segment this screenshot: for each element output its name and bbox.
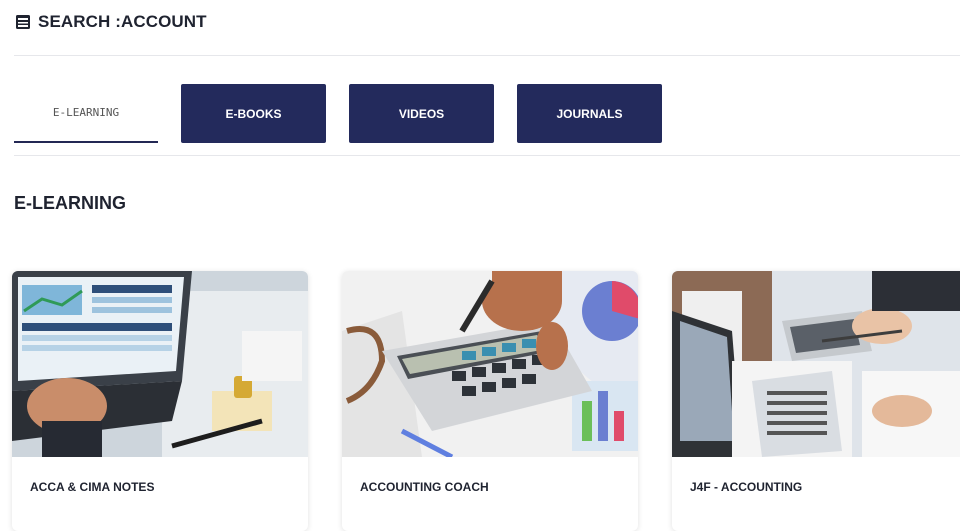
card-title: J4F - ACCOUNTING — [690, 480, 803, 494]
book-icon — [16, 15, 30, 29]
course-card[interactable]: J4F - ACCOUNTING — [672, 271, 960, 531]
header-divider — [14, 55, 960, 56]
tabs-divider — [14, 155, 960, 156]
tab-e-books[interactable]: E-BOOKS — [181, 84, 326, 143]
page-header: SEARCH :ACCOUNT — [14, 12, 207, 32]
card-title: ACCOUNTING COACH — [360, 480, 489, 494]
tab-journals[interactable]: JOURNALS — [517, 84, 662, 143]
section-title: E-LEARNING — [14, 193, 126, 213]
course-card[interactable]: ACCOUNTING COACH — [342, 271, 638, 531]
tab-videos[interactable]: VIDEOS — [349, 84, 494, 143]
calculator-photo — [342, 271, 638, 457]
card-list: ACCA & CIMA NOTES ACCOUNTING COACH J4F -… — [12, 271, 960, 531]
tab-bar: E-LEARNING E-BOOKS VIDEOS JOURNALS — [14, 84, 662, 143]
laptop-chart-photo — [12, 271, 308, 457]
course-card[interactable]: ACCA & CIMA NOTES — [12, 271, 308, 531]
page-title: SEARCH :ACCOUNT — [38, 12, 207, 31]
tab-e-learning[interactable]: E-LEARNING — [14, 84, 158, 143]
desk-calculator-photo — [672, 271, 960, 457]
card-title: ACCA & CIMA NOTES — [30, 480, 155, 494]
